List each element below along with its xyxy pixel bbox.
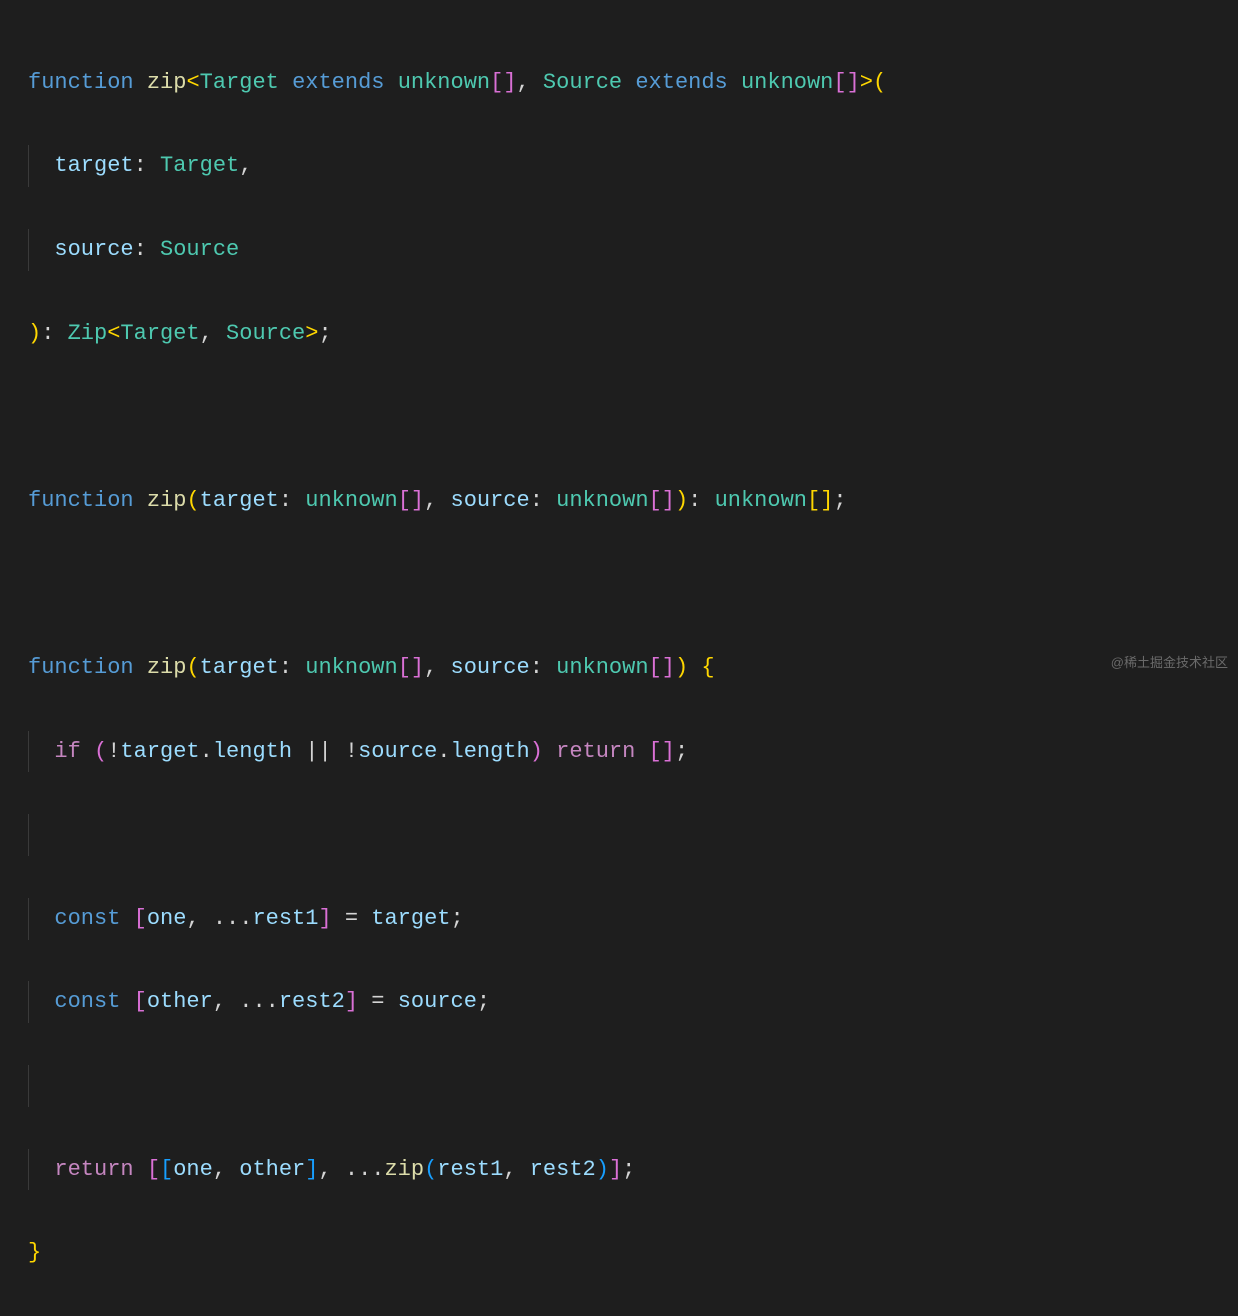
code-line: function zip<Target extends unknown[], S… [28,62,1210,104]
keyword-extends: extends [292,70,384,95]
code-line-empty [28,1065,1210,1107]
indent-guide [28,1149,29,1191]
keyword-function: function [28,70,134,95]
type-param: Target [200,70,279,95]
code-editor[interactable]: function zip<Target extends unknown[], S… [28,20,1210,1316]
code-line: target: Target, [28,145,1210,187]
indent-guide [28,1065,29,1107]
param-name: target [54,153,133,178]
code-line: const [one, ...rest1] = target; [28,898,1210,940]
var-rest1: rest1 [252,906,318,931]
keyword-const: const [54,906,120,931]
indent-guide [28,229,29,271]
indent-guide [28,145,29,187]
type-ref: Zip [68,321,108,346]
indent-guide [28,981,29,1023]
indent-guide [28,814,29,856]
type-param: Source [543,70,622,95]
code-line: const [other, ...rest2] = source; [28,981,1210,1023]
var-one: one [147,906,187,931]
code-line: } [28,1232,1210,1274]
code-line-empty [28,814,1210,856]
watermark-text: @稀土掘金技术社区 [1111,651,1228,676]
indent-guide [28,898,29,940]
code-line: return [[one, other], ...zip(rest1, rest… [28,1149,1210,1191]
keyword-if: if [54,739,80,764]
param-name: source [54,237,133,262]
var-other: other [147,989,213,1014]
var-rest2: rest2 [279,989,345,1014]
keyword-return: return [556,739,635,764]
code-line: if (!target.length || !source.length) re… [28,731,1210,773]
code-line: function zip(target: unknown[], source: … [28,647,1210,689]
code-line-empty [28,396,1210,438]
code-line-empty [28,563,1210,605]
indent-guide [28,731,29,773]
function-name: zip [147,70,187,95]
code-line: ): Zip<Target, Source>; [28,313,1210,355]
property-length: length [213,739,292,764]
code-line: function zip(target: unknown[], source: … [28,480,1210,522]
code-line: source: Source [28,229,1210,271]
